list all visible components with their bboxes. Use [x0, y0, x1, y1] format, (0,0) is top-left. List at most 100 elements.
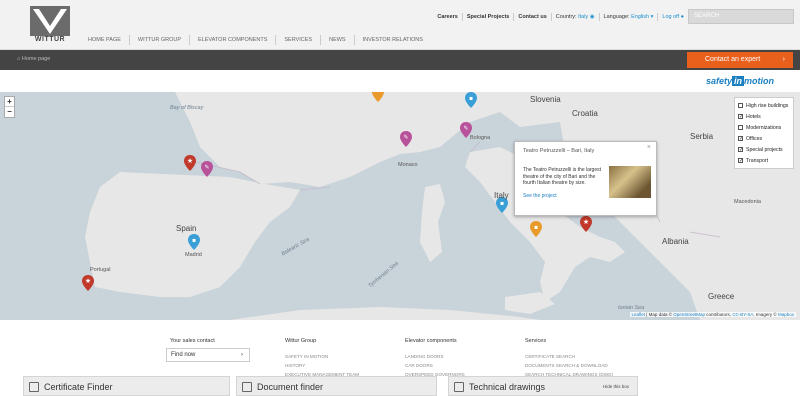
- footer-link[interactable]: DOCUMENTS SEARCH & DOWNLOAD: [525, 361, 613, 370]
- project-map[interactable]: ★ ✎ ▪ ★ ✎ ✎ ▪ ▪ ▪ ★ Bay of Biscay Spain …: [0, 92, 800, 320]
- map-label-serbia: Serbia: [690, 132, 714, 141]
- footer-link[interactable]: SAFETY IN MOTION: [285, 352, 359, 361]
- footer-heading: Wittur Group: [285, 338, 317, 344]
- map-label-madrid: Madrid: [185, 252, 202, 258]
- logo-text: WITTUR: [34, 36, 66, 43]
- special-projects-link[interactable]: Special Projects: [467, 14, 510, 20]
- map-marker-special-project-selected[interactable]: ★: [580, 216, 592, 232]
- map-label-bay: Bay of Biscay: [170, 105, 204, 111]
- language-value[interactable]: English: [631, 14, 649, 20]
- filter-label: High rise buildings: [746, 102, 789, 109]
- zoom-control: + −: [4, 96, 15, 118]
- tab-certificate-finder[interactable]: Certificate Finder: [23, 376, 230, 396]
- drawing-icon: [454, 382, 464, 392]
- map-label-spain: Spain: [176, 224, 197, 233]
- find-now-label: Find now: [171, 352, 196, 358]
- category-filter: High rise buildings ✓ Hotels Modernizatio…: [734, 97, 794, 169]
- search-input[interactable]: SEARCH: [688, 9, 794, 24]
- footer-link[interactable]: LANDING DOORS: [405, 352, 465, 361]
- finder-tabs: Certificate Finder Document finder Techn…: [0, 376, 800, 396]
- map-label-italy: Italy: [494, 191, 509, 200]
- country-selector[interactable]: Country: Italy ◉: [550, 13, 599, 21]
- project-photo: [609, 166, 651, 198]
- zoom-in-button[interactable]: +: [5, 97, 14, 107]
- footer-col-components: Elevator components LANDING DOORS CAR DO…: [405, 338, 465, 379]
- brand-strip: [0, 70, 800, 92]
- footer-heading: Services: [525, 338, 547, 344]
- chevron-right-icon: ›: [782, 56, 785, 63]
- map-label-ionian: Ionian Sea: [618, 305, 645, 311]
- globe-icon: ◉: [589, 14, 595, 20]
- osm-link[interactable]: OpenStreetMap: [673, 312, 705, 317]
- main-navigation: HOME PAGE WITTUR GROUP ELEVATOR COMPONEN…: [80, 35, 431, 45]
- site-header: WITTUR HOME PAGE WITTUR GROUP ELEVATOR C…: [0, 0, 800, 50]
- filter-transport[interactable]: ✓ Transport: [738, 155, 790, 166]
- nav-home-page[interactable]: HOME PAGE: [80, 35, 129, 45]
- mapbox-link[interactable]: Mapbox: [778, 312, 794, 317]
- tab-label: Certificate Finder: [44, 382, 113, 392]
- map-label-croatia: Croatia: [572, 109, 598, 118]
- careers-link[interactable]: Careers: [437, 14, 458, 20]
- filter-label: Special projects: [746, 146, 783, 153]
- tab-label: Technical drawings: [469, 382, 546, 392]
- map-land-shapes: [85, 92, 800, 320]
- footer-col-services: Services CERTIFICATE SEARCH DOCUMENTS SE…: [525, 338, 613, 379]
- nav-wittur-group[interactable]: WITTUR GROUP: [128, 35, 189, 45]
- contact-expert-button[interactable]: Contact an expert ›: [687, 52, 793, 68]
- leaflet-link[interactable]: Leaflet: [632, 312, 646, 317]
- map-marker-hotel[interactable]: ✎: [201, 161, 213, 177]
- certificate-icon: [29, 382, 39, 392]
- map-marker-hotel[interactable]: ✎: [400, 131, 412, 147]
- checkbox-icon: [738, 103, 743, 108]
- attribution-text: , Imagery ©: [753, 312, 778, 317]
- svg-text:★: ★: [187, 157, 193, 165]
- language-selector[interactable]: Language: English ▾: [598, 13, 658, 21]
- close-icon[interactable]: ×: [647, 144, 651, 151]
- map-marker-transport[interactable]: ▪: [465, 92, 477, 108]
- filter-label: Modernizations: [746, 124, 782, 131]
- attribution-text: | Map data ©: [645, 312, 674, 317]
- footer-heading: Elevator components: [405, 338, 457, 344]
- logoff-link[interactable]: Log off: [662, 14, 679, 20]
- project-popup: Teatro Petruzzelli – Bari, Italy × The T…: [514, 141, 657, 216]
- filter-modernizations[interactable]: Modernizations: [738, 122, 790, 133]
- nav-investor-relations[interactable]: INVESTOR RELATIONS: [353, 35, 431, 45]
- svg-text:▪: ▪: [469, 95, 473, 102]
- map-marker-special-project[interactable]: ★: [184, 155, 196, 171]
- map-marker-office[interactable]: ▪: [530, 221, 542, 237]
- find-now-button[interactable]: Find now ›: [166, 348, 250, 362]
- license-link[interactable]: CC-BY-SA: [732, 312, 753, 317]
- footer-link[interactable]: CAR DOORS: [405, 361, 465, 370]
- map-marker-transport[interactable]: ▪: [188, 234, 200, 250]
- map-label-slovenia: Slovenia: [530, 95, 561, 104]
- filter-hotels[interactable]: ✓ Hotels: [738, 111, 790, 122]
- nav-services[interactable]: SERVICES: [275, 35, 320, 45]
- breadcrumb-bar: ⌂ Home page: [0, 50, 800, 70]
- svg-text:✎: ✎: [463, 125, 468, 132]
- map-label-albania: Albania: [662, 237, 689, 246]
- see-project-link[interactable]: See the project: [523, 193, 557, 199]
- checkbox-checked-icon: ✓: [738, 114, 744, 120]
- filter-label: Offices: [746, 135, 763, 142]
- filter-offices[interactable]: ✓ Offices: [738, 133, 790, 144]
- footer-link[interactable]: CERTIFICATE SEARCH: [525, 352, 613, 361]
- filter-special-projects[interactable]: ✓ Special projects: [738, 144, 790, 155]
- map-attribution: Leaflet | Map data © OpenStreetMap contr…: [629, 312, 796, 317]
- brand-tag-part3: motion: [744, 76, 775, 86]
- footer-link[interactable]: HISTORY: [285, 361, 359, 370]
- contact-us-link[interactable]: Contact us: [518, 14, 546, 20]
- nav-elevator-components[interactable]: ELEVATOR COMPONENTS: [189, 35, 275, 45]
- svg-text:★: ★: [85, 277, 91, 285]
- tab-technical-drawings[interactable]: Technical drawings Hide this box: [448, 376, 638, 396]
- nav-news[interactable]: NEWS: [320, 35, 354, 45]
- tab-document-finder[interactable]: Document finder: [236, 376, 437, 396]
- country-value[interactable]: Italy: [578, 14, 588, 20]
- breadcrumb-home-link[interactable]: Home page: [22, 56, 50, 62]
- hide-box-link[interactable]: Hide this box: [603, 377, 629, 396]
- zoom-out-button[interactable]: −: [5, 107, 14, 117]
- map-marker-special-project[interactable]: ★: [82, 275, 94, 291]
- map-marker-office[interactable]: [372, 92, 384, 102]
- filter-label: Hotels: [746, 113, 761, 120]
- filter-high-rise[interactable]: High rise buildings: [738, 100, 790, 111]
- top-navigation: Careers Special Projects Contact us Coun…: [433, 13, 688, 21]
